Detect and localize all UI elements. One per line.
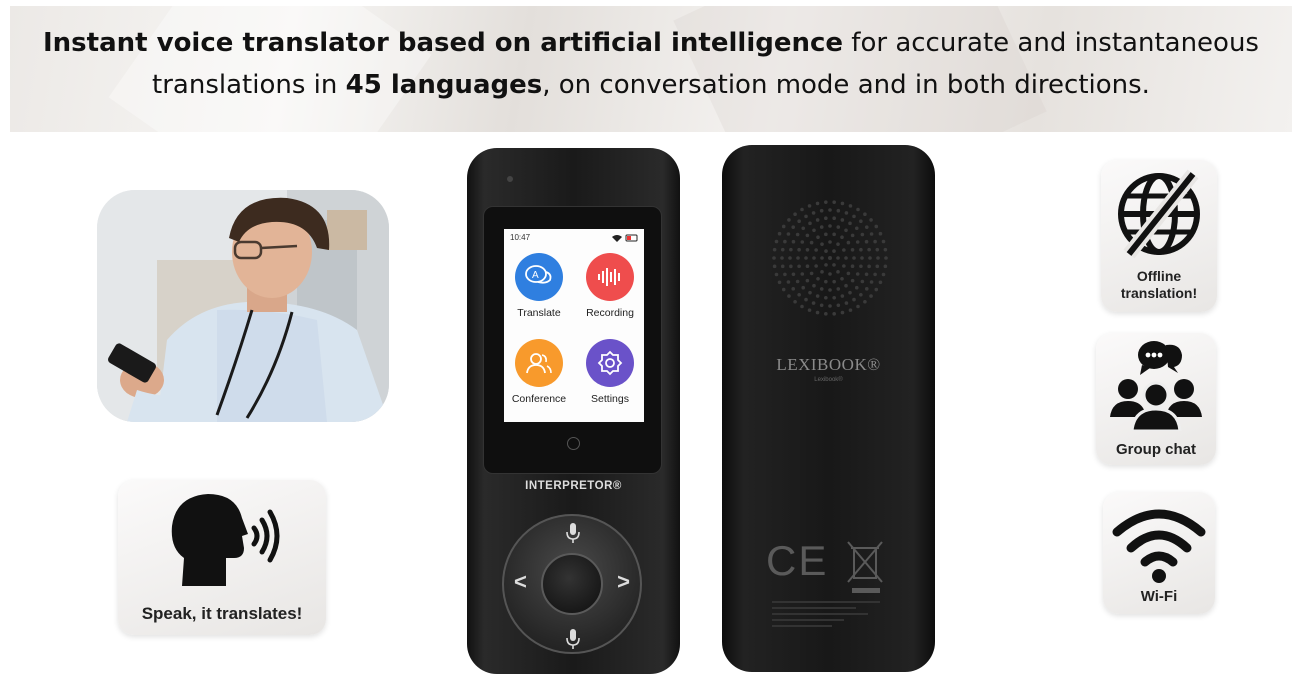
speaker-grille-icon: [772, 200, 888, 316]
headline-text-2a: translations in: [152, 70, 346, 100]
ce-mark: CE: [766, 537, 829, 584]
nav-left-button[interactable]: <: [514, 569, 527, 595]
speak-feature-label: Speak, it translates!: [141, 604, 303, 623]
app-settings[interactable]: Settings: [580, 339, 640, 405]
app-conference-icon: [515, 339, 563, 387]
headline-text-1: for accurate and instantaneous: [843, 28, 1259, 58]
status-time: 10:47: [510, 233, 531, 242]
app-translate-icon: A: [515, 253, 563, 301]
offline-feature-card: Offline translation!: [1101, 160, 1217, 312]
status-icons: [612, 234, 638, 242]
nav-right-button[interactable]: >: [617, 569, 630, 595]
back-sub-brand: Lexibook®: [814, 377, 843, 383]
back-brand: LEXIBOOK®: [776, 355, 881, 374]
headline-bold-1: Instant voice translator based on artifi…: [43, 28, 844, 58]
offline-feature-label: Offline translation!: [1120, 268, 1198, 301]
app-conference[interactable]: Conference: [509, 339, 569, 405]
regulatory-text: [772, 597, 892, 643]
app-translate[interactable]: A Translate: [509, 253, 569, 319]
wifi-feature-label: Wi-Fi: [1140, 588, 1178, 605]
home-button-icon[interactable]: [567, 437, 580, 450]
svg-text:A: A: [532, 270, 539, 281]
globe-slash-icon: [1118, 169, 1200, 259]
app-conference-label: Conference: [511, 393, 567, 405]
weee-bin-icon: [847, 541, 883, 593]
screen-bezel: 10:47 A Translate Recording Conference S…: [483, 206, 662, 474]
center-button[interactable]: [541, 553, 603, 615]
app-recording-icon: [586, 253, 634, 301]
headline: Instant voice translator based on artifi…: [10, 22, 1292, 106]
app-settings-label: Settings: [591, 393, 629, 405]
app-recording[interactable]: Recording: [580, 253, 640, 319]
translator-device-back: LEXIBOOK® Lexibook® CE: [722, 145, 935, 672]
speak-feature-card: Speak, it translates!: [118, 480, 326, 635]
headline-banner: Instant voice translator based on artifi…: [10, 6, 1292, 132]
speaking-head-icon: [171, 494, 280, 586]
app-recording-label: Recording: [586, 307, 634, 319]
group-chat-feature-card: Group chat: [1096, 333, 1216, 465]
headline-bold-2: 45 languages: [345, 70, 543, 100]
headline-line-2: translations in 45 languages, on convers…: [10, 64, 1292, 106]
microphone-icon[interactable]: [564, 628, 582, 650]
front-camera: [507, 176, 513, 182]
man-with-phone-photo: [97, 190, 389, 422]
app-settings-icon: [586, 339, 634, 387]
headline-text-2b: , on conversation mode and in both direc…: [542, 70, 1150, 100]
app-translate-label: Translate: [517, 307, 561, 319]
wifi-icon: [1112, 509, 1206, 583]
group-chat-icon: [1110, 341, 1202, 431]
device-screen: 10:47 A Translate Recording Conference S…: [504, 229, 644, 422]
wifi-feature-card: Wi-Fi: [1103, 492, 1215, 614]
group-chat-feature-label: Group chat: [1115, 441, 1196, 458]
navigation-pad[interactable]: < >: [502, 514, 642, 654]
device-brand: INTERPRETOR®: [525, 480, 622, 492]
microphone-icon[interactable]: [564, 522, 582, 544]
translator-device-front: 10:47 A Translate Recording Conference S…: [467, 148, 680, 674]
headline-line-1: Instant voice translator based on artifi…: [10, 22, 1292, 64]
